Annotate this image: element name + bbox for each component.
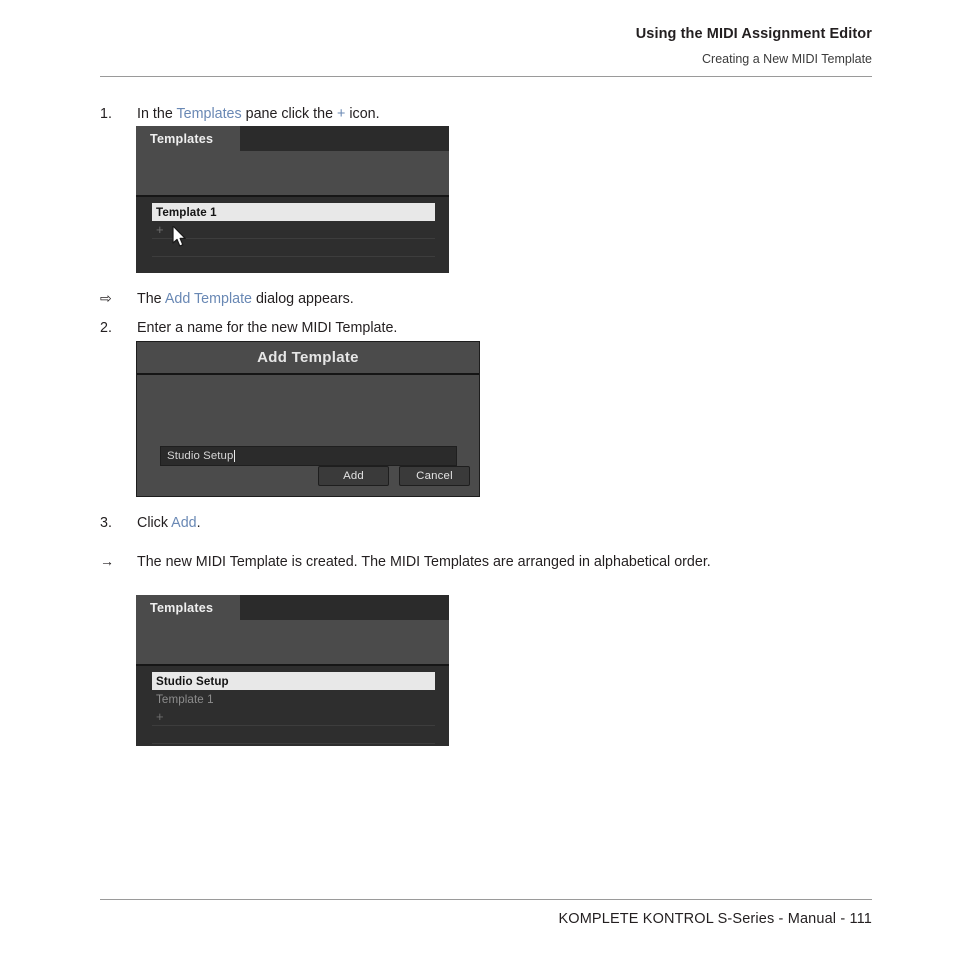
add-template-dialog-title: Add Template [137, 342, 479, 375]
page-header-title: Using the MIDI Assignment Editor [635, 26, 872, 42]
template-name-input-value: Studio Setup [167, 450, 234, 462]
step-1-link-templates[interactable]: Templates [176, 106, 241, 122]
step-3-text-before: Click [137, 515, 172, 531]
page-header: Using the MIDI Assignment Editor Creatin… [100, 26, 872, 67]
tab-templates[interactable]: Templates [136, 595, 240, 620]
result-2-marker: → [100, 553, 114, 569]
tab-templates[interactable]: Templates [136, 126, 240, 151]
step-3-text: Click Add. [137, 513, 860, 533]
text-caret [234, 450, 236, 462]
tabbar-filler [240, 595, 449, 620]
page-footer: KOMPLETE KONTROL S-Series - Manual - 111 [558, 911, 872, 927]
add-template-dialog-body: Studio Setup Add Cancel [137, 375, 479, 496]
templates-panel-before-list[interactable]: Template 1 + [136, 197, 449, 257]
step-3-marker: 3. [100, 515, 112, 531]
step-2-marker: 2. [100, 320, 112, 336]
step-1-text-mid: pane click the [241, 106, 338, 122]
templates-panel-after-toolarea [136, 620, 449, 666]
step-2-text: Enter a name for the new MIDI Template. [137, 320, 398, 336]
result-1-text-after: dialog appears. [252, 291, 354, 307]
step-1-text-before: In the [137, 106, 177, 122]
step-3-link-add[interactable]: Add [171, 515, 196, 531]
template-name-input[interactable]: Studio Setup [160, 446, 457, 466]
add-template-plus-icon[interactable]: + [152, 708, 435, 726]
result-1-text: The Add Template dialog appears. [137, 289, 860, 309]
step-3-text-after: . [196, 515, 201, 531]
add-template-dialog-buttons: Add Cancel [318, 466, 470, 486]
templates-panel-after-tabbar: Templates [136, 595, 449, 620]
footer-divider [100, 899, 872, 900]
step-3: 3. Click Add. [100, 513, 860, 533]
header-divider [100, 76, 872, 77]
step-1-marker: 1. [100, 106, 112, 122]
templates-panel-after-list[interactable]: Studio Setup Template 1 + [136, 666, 449, 744]
page-header-subtitle: Creating a New MIDI Template [702, 52, 872, 67]
step-1-text: In the Templates pane click the + icon. [137, 104, 860, 124]
result-2: → The new MIDI Template is created. The … [100, 552, 810, 572]
step-1: 1. In the Templates pane click the + ico… [100, 104, 860, 124]
add-template-dialog[interactable]: Add Template Studio Setup Add Cancel [136, 341, 480, 497]
templates-panel-before-tabbar: Templates [136, 126, 449, 151]
step-2: 2. Enter a name for the new MIDI Templat… [100, 318, 860, 338]
result-2-text: The new MIDI Template is created. The MI… [137, 554, 711, 570]
list-item[interactable] [152, 726, 435, 744]
cancel-button[interactable]: Cancel [399, 466, 470, 486]
templates-panel-after[interactable]: Templates Studio Setup Template 1 + [136, 595, 449, 746]
step-1-text-after: icon. [345, 106, 380, 122]
list-item[interactable] [152, 239, 435, 257]
result-1-link-add-template[interactable]: Add Template [165, 291, 252, 307]
list-item[interactable]: Studio Setup [152, 672, 435, 690]
list-item[interactable]: Template 1 [152, 690, 435, 708]
list-item[interactable]: Template 1 [152, 203, 435, 221]
result-1: ⇨ The Add Template dialog appears. [100, 289, 860, 309]
add-template-plus-icon[interactable]: + [152, 221, 435, 239]
result-1-marker: ⇨ [100, 290, 112, 306]
templates-panel-before[interactable]: Templates Template 1 + [136, 126, 449, 273]
templates-panel-before-toolarea [136, 151, 449, 197]
add-button[interactable]: Add [318, 466, 389, 486]
result-1-text-before: The [137, 291, 165, 307]
tabbar-filler [240, 126, 449, 151]
